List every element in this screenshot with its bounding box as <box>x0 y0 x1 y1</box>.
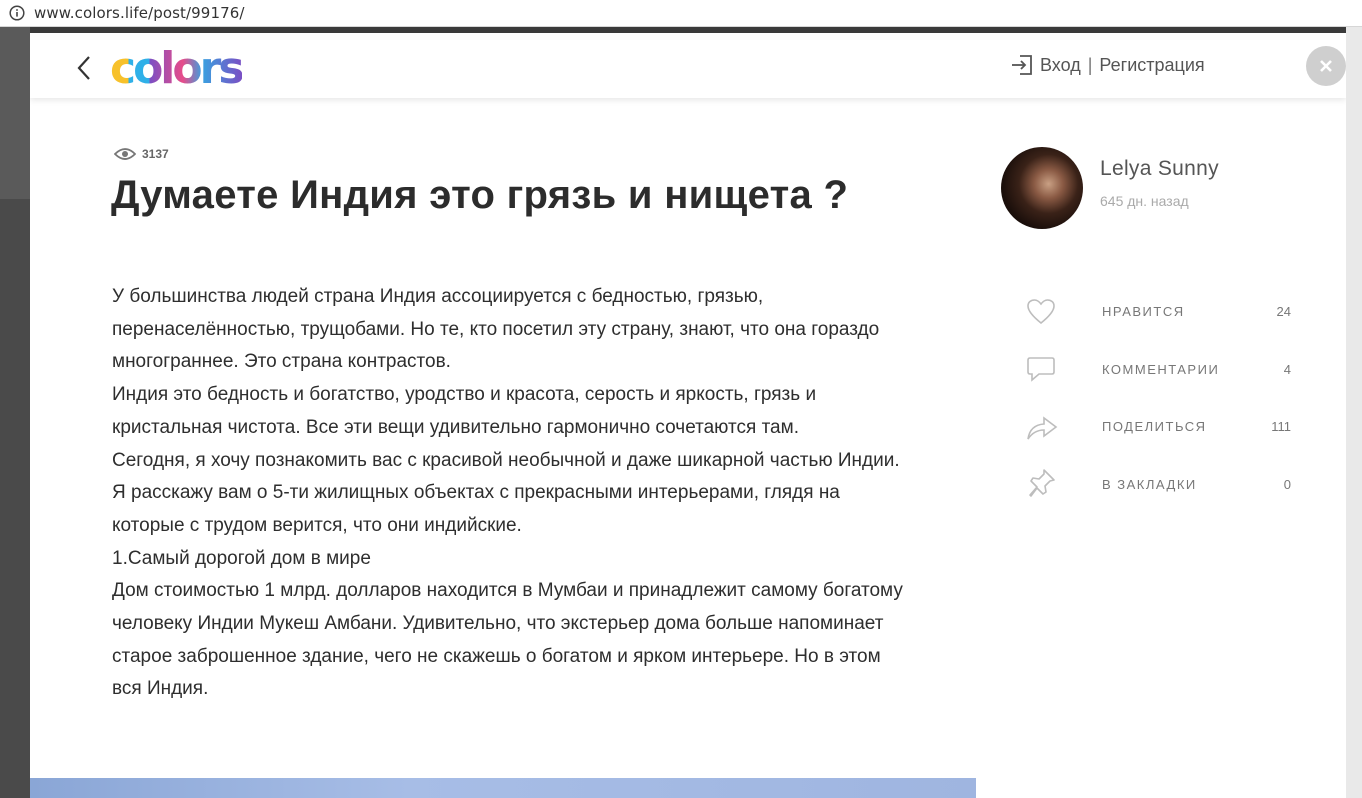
share-icon <box>1026 409 1062 445</box>
info-icon[interactable] <box>9 5 25 21</box>
paragraph: У большинства людей страна Индия ассоции… <box>112 286 880 373</box>
post-modal: colors Вход | Регистрация 3137 Думаете И… <box>30 33 1346 798</box>
view-counter: 3137 <box>114 147 169 161</box>
register-link[interactable]: Регистрация <box>1099 55 1204 76</box>
avatar[interactable] <box>1001 147 1083 229</box>
pin-icon <box>1026 466 1062 502</box>
post-body: У большинства людей страна Индия ассоции… <box>112 281 912 706</box>
share-count: 111 <box>1271 419 1291 435</box>
paragraph: Сегодня, я хочу познакомить вас с красив… <box>112 449 900 536</box>
logo-text: colors <box>110 43 245 94</box>
close-button[interactable] <box>1306 46 1346 86</box>
paragraph: Индия это бедность и богатство, уродство… <box>112 384 817 438</box>
like-count: 24 <box>1276 304 1291 320</box>
like-action[interactable]: НРАВИТСЯ 24 <box>1026 283 1291 341</box>
url-text[interactable]: www.colors.life/post/99176/ <box>34 4 245 22</box>
author-name[interactable]: Lelya Sunny <box>1100 157 1219 181</box>
comment-icon <box>1026 351 1062 387</box>
background-right <box>1346 27 1362 798</box>
colors-logo[interactable]: colors <box>110 47 290 91</box>
author-block[interactable]: Lelya Sunny 645 дн. назад <box>1001 147 1219 229</box>
eye-icon <box>114 148 136 160</box>
back-arrow-icon[interactable] <box>74 55 96 81</box>
auth-separator: | <box>1087 54 1093 75</box>
background-left-top <box>0 27 30 199</box>
post-title: Думаете Индия это грязь и нищета ? <box>111 173 849 217</box>
post-actions: НРАВИТСЯ 24 КОММЕНТАРИИ 4 ПОДЕЛИТЬСЯ 111 <box>1026 283 1291 513</box>
comment-action[interactable]: КОММЕНТАРИИ 4 <box>1026 341 1291 399</box>
share-label: ПОДЕЛИТЬСЯ <box>1102 419 1207 435</box>
paragraph: 1.Самый дорогой дом в мире <box>112 547 371 569</box>
bookmark-action[interactable]: В ЗАКЛАДКИ 0 <box>1026 456 1291 514</box>
bookmark-count: 0 <box>1283 476 1291 492</box>
auth-links: Вход | Регистрация <box>1010 53 1205 77</box>
comment-count: 4 <box>1283 361 1291 377</box>
close-icon <box>1320 60 1332 72</box>
login-icon[interactable] <box>1010 53 1034 77</box>
top-bar: colors Вход | Регистрация <box>30 33 1346 98</box>
share-action[interactable]: ПОДЕЛИТЬСЯ 111 <box>1026 398 1291 456</box>
browser-address-bar[interactable]: www.colors.life/post/99176/ <box>0 0 1362 27</box>
like-label: НРАВИТСЯ <box>1102 304 1185 320</box>
post-time: 645 дн. назад <box>1100 193 1189 209</box>
heart-icon <box>1026 294 1062 330</box>
login-link[interactable]: Вход <box>1040 55 1081 76</box>
bookmark-label: В ЗАКЛАДКИ <box>1102 476 1197 492</box>
post-image <box>30 778 976 798</box>
comment-label: КОММЕНТАРИИ <box>1102 361 1220 377</box>
view-count: 3137 <box>142 147 169 161</box>
paragraph: Дом стоимостью 1 млрд. долларов находитс… <box>112 580 903 700</box>
